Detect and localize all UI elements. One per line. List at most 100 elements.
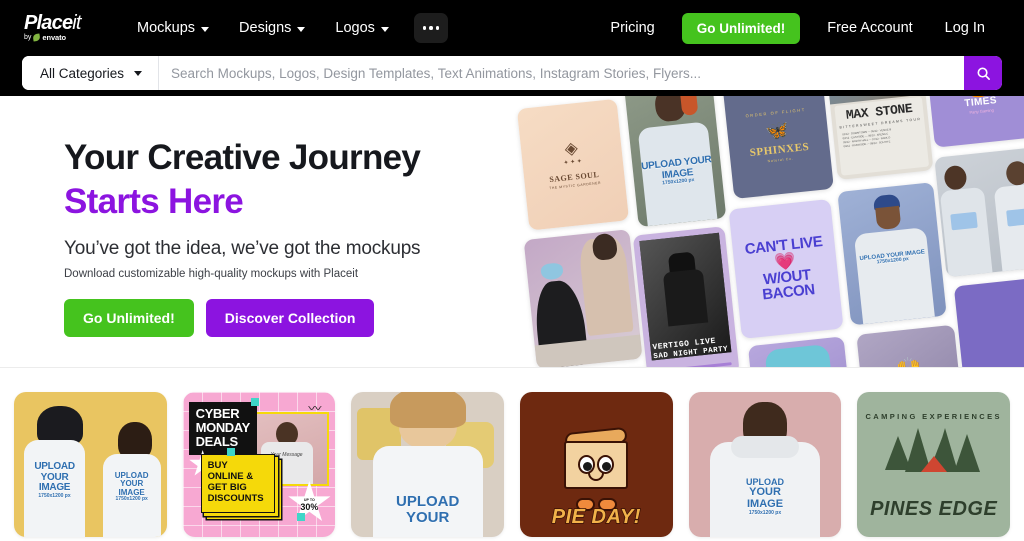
nav-label: Log In [944,20,985,36]
dog-photo [524,229,643,367]
hero-discover-collection-button[interactable]: Discover Collection [205,299,375,337]
placeit-logo[interactable]: Placeit by envato [24,11,96,45]
person-photo: UPLOAD YOUR IMAGE 1750x1200 px [837,182,946,325]
category-dropdown[interactable]: All Categories [22,56,160,90]
pie-body-shape [564,441,629,490]
squiggle-icon: 〰 [308,401,322,416]
upload-overlay-line3: IMAGE [38,482,71,493]
collage-tile-dog-woman[interactable] [523,229,643,367]
logo-byline: by envato [24,33,96,42]
nav-item-logos[interactable]: Logos [320,13,404,43]
collage-tile-tshirt-upload-woman[interactable]: UPLOAD YOUR IMAGE 1750x1200 px [624,96,727,228]
logo-by-text: by [24,34,32,41]
nav-label: Mockups [137,20,196,36]
nav-label: Pricing [610,20,655,36]
hero-button-group: Go Unlimited! Discover Collection [64,299,534,337]
nav-label: Logos [335,20,375,36]
hero-section: Your Creative Journey Starts Here You’ve… [0,96,1024,368]
nav-item-designs[interactable]: Designs [224,13,320,43]
card-man-hoodie[interactable]: UPLOAD YOUR IMAGE 1750x1200 px [688,392,842,537]
logo-wordmark: Placeit [24,12,82,34]
hero-mockup-collage: ◈ ✦ ✦ ✦ SAGE SOUL THE MYSTIC GARDENER DU… [508,96,1024,367]
hero-text-block: Your Creative Journey Starts Here You’ve… [64,136,534,337]
person-right: UPLOAD YOUR IMAGE 1750x1200 px [102,422,161,537]
upload-px-text: 1750x1200 px [748,509,782,516]
person-left: UPLOAD YOUR IMAGE 1750x1200 px [24,406,86,537]
upload-overlay-line1: UPLOAD [396,493,460,510]
hair-shape [389,392,466,428]
collage-tile-good-times[interactable]: GOOD 🍊 TIMES Party Gaming [923,96,1024,148]
primary-nav: Placeit by envato Mockups Designs Logos [0,0,1024,56]
search-submit-button[interactable] [964,56,1002,90]
chevron-down-icon [134,70,143,76]
pines-arc-text: CAMPING EXPERIENCES [865,412,1002,421]
collage-tile-meditations[interactable]: 🙌 MEDITATIONS SPIRITUAL GUIDANCE [856,324,965,367]
hero-title: Your Creative Journey Starts Here [64,136,534,224]
upload-px-text: 1750x1200 px [38,492,71,499]
nav-left-group: Mockups Designs Logos [122,13,448,43]
pines-edge-headline: PINES EDGE [870,498,998,520]
hero-title-line1: Your Creative Journey [64,138,421,177]
person-photo: UPLOAD YOUR IMAGE [748,336,858,367]
hero-subtitle: You’ve got the idea, we’ve got the mocku… [64,238,421,259]
collage-tile-cant-live-bacon[interactable]: CAN'T LIVE 💗 W/OUT BACON [728,198,844,339]
collage-tile-couple-hoodie[interactable] [934,147,1024,278]
teal-square-icon [250,398,259,406]
status-badge: 30% [300,502,319,512]
nav-label: Free Account [827,20,913,36]
nav-item-mockups[interactable]: Mockups [122,13,224,43]
dot-icon [422,26,427,30]
pie-eye-left [578,455,596,475]
site-header: Placeit by envato Mockups Designs Logos [0,0,1024,96]
collage-tile-dukes-donut[interactable]: DUKE’S DONUTS [545,366,661,367]
card-woman-tshirt[interactable]: UPLOAD YOUR [351,392,505,537]
play-icon[interactable] [653,366,662,367]
search-bar: All Categories [22,56,1002,90]
card-pines-edge[interactable]: CAMPING EXPERIENCES PINES EDGE [857,392,1011,537]
cyber-monday-headline: CYBER MONDAY DEALS [188,402,257,455]
collage-tile-mug-upload[interactable]: UPLOAD YOUR IMAGE [747,336,859,367]
couple-photo [934,147,1024,277]
more-menu-button[interactable] [413,13,448,43]
chevron-down-icon [380,26,389,32]
teal-square-icon [297,513,306,521]
collage-tile-extra-purple[interactable] [953,276,1024,367]
pie-eye-right [597,455,615,475]
pie-day-headline: PIE DAY! [551,505,641,529]
person-photo: UPLOAD YOUR IMAGE 1750x1200 px [624,96,726,227]
upload-px-text: 1750x1200 px [115,496,148,503]
nav-item-free-account[interactable]: Free Account [812,13,927,43]
upload-overlay-line3: IMAGE [746,497,784,510]
hero-description: Download customizable high-quality mocku… [64,268,359,280]
teal-square-icon [226,448,235,456]
upload-overlay-line2: YOUR [406,508,450,526]
search-icon [976,66,990,80]
collage-tile-sphinxes[interactable]: ORDER OF FLIGHT 🦋 SPHINXES Natural Co. [722,96,834,199]
search-row: All Categories [0,56,1024,90]
chevron-down-icon [297,26,306,32]
nav-item-log-in[interactable]: Log In [930,13,1000,43]
nav-label: Designs [239,20,292,36]
search-input-wrapper [159,56,964,90]
pie-mouth [588,473,605,482]
nav-item-pricing[interactable]: Pricing [595,13,669,43]
category-label: All Categories [40,65,125,81]
card-pie-day[interactable]: PIE DAY! [520,392,673,537]
chevron-down-icon [201,26,210,32]
hood-shape [731,436,799,458]
collage-tile-vertigo-live-video[interactable]: VERTIGO LIVE SAD NIGHT PARTY [632,226,740,367]
collage-tile-tshirt-man-cap[interactable]: UPLOAD YOUR IMAGE 1750x1200 px [837,182,947,326]
hero-go-unlimited-button[interactable]: Go Unlimited! [64,299,194,337]
card-couple-tshirts[interactable]: UPLOAD YOUR IMAGE 1750x1200 px UPLOAD YO… [14,392,167,537]
nav-right-group: Pricing Go Unlimited! Free Account Log I… [595,12,1000,44]
go-unlimited-nav-button[interactable]: Go Unlimited! [681,12,801,44]
dot-icon [429,26,433,30]
mockup-card-row: UPLOAD YOUR IMAGE 1750x1200 px UPLOAD YO… [0,368,1024,537]
card-cyber-monday[interactable]: 〰 Your Message CYBER MONDAY DEALS BUY ONLIN… [182,392,336,537]
search-input[interactable] [171,65,952,81]
logo-envato-text: envato [42,33,66,42]
envato-leaf-icon [32,33,41,42]
video-progress-bar[interactable] [666,362,732,367]
collage-tile-max-stone[interactable]: MAX STONE BITTERSWEET DREAMS TOUR 01/12 … [825,96,934,181]
upload-overlay-line1: UPLOAD [34,461,75,472]
